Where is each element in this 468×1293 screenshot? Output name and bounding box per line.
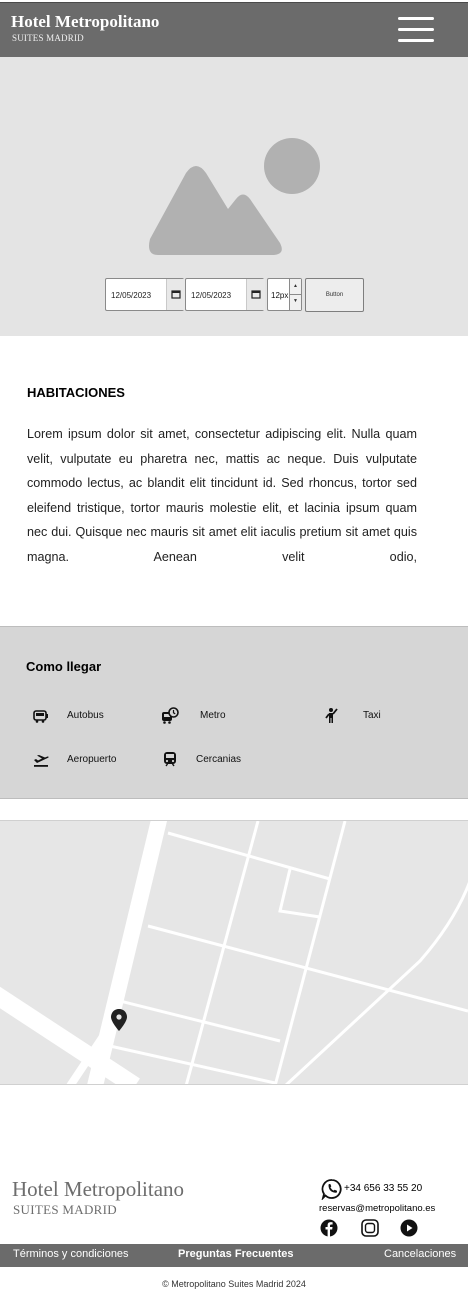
footer-email[interactable]: reservas@metropolitano.es <box>319 1203 435 1214</box>
hero-button[interactable]: Button <box>305 278 364 312</box>
habitaciones-text: Lorem ipsum dolor sit amet, consectetur … <box>27 427 417 564</box>
date-from-value: 12/05/2023 <box>111 291 152 300</box>
brand-title[interactable]: Hotel Metropolitano <box>11 12 159 32</box>
footer-brand-subtitle: SUITES MADRID <box>13 1202 117 1217</box>
calendar-icon[interactable] <box>166 279 185 310</box>
cancellations-link[interactable]: Cancelaciones <box>384 1248 456 1260</box>
airplane-departure-icon <box>34 755 49 767</box>
transport-item-taxi: Taxi <box>363 710 381 721</box>
transport-item-metro: Metro <box>200 710 226 721</box>
date-to-input[interactable]: 12/05/2023 <box>185 278 265 311</box>
date-from-input[interactable]: 12/05/2023 <box>105 278 185 311</box>
instagram-icon[interactable] <box>361 1219 379 1237</box>
date-to-value: 12/05/2023 <box>191 291 232 300</box>
calendar-icon[interactable] <box>246 279 265 310</box>
whatsapp-icon[interactable] <box>321 1178 343 1200</box>
faq-link[interactable]: Preguntas Frecuentes <box>178 1248 294 1260</box>
stepper-down-icon[interactable]: ▼ <box>290 294 301 309</box>
bus-icon <box>33 710 48 723</box>
copyright: © Metropolitano Suites Madrid 2024 <box>162 1279 306 1289</box>
location-map[interactable] <box>0 820 468 1085</box>
transport-item-cercanias: Cercanias <box>196 754 242 765</box>
como-llegar-title: Como llegar <box>26 659 102 674</box>
footer-brand-title: Hotel Metropolitano <box>12 1177 185 1201</box>
facebook-icon[interactable] <box>320 1219 338 1237</box>
metro-clock-icon <box>162 707 179 724</box>
taxi-hail-icon <box>325 708 338 723</box>
habitaciones-title: HABITACIONES <box>27 385 125 400</box>
footer-phone[interactable]: +34 656 33 55 20 <box>344 1183 422 1194</box>
number-stepper[interactable]: 12px ▲ ▼ <box>267 278 302 311</box>
stepper-up-icon[interactable]: ▲ <box>290 279 301 295</box>
train-icon <box>164 752 176 767</box>
terms-link[interactable]: Términos y condiciones <box>13 1248 129 1260</box>
hamburger-menu-icon[interactable] <box>398 17 434 43</box>
youtube-icon[interactable] <box>400 1219 418 1237</box>
number-value: 12px <box>271 291 289 300</box>
brand-subtitle: SUITES MADRID <box>12 33 84 43</box>
transport-item-aeropuerto: Aeropuerto <box>67 754 117 765</box>
transport-item-autobus: Autobus <box>67 710 104 721</box>
